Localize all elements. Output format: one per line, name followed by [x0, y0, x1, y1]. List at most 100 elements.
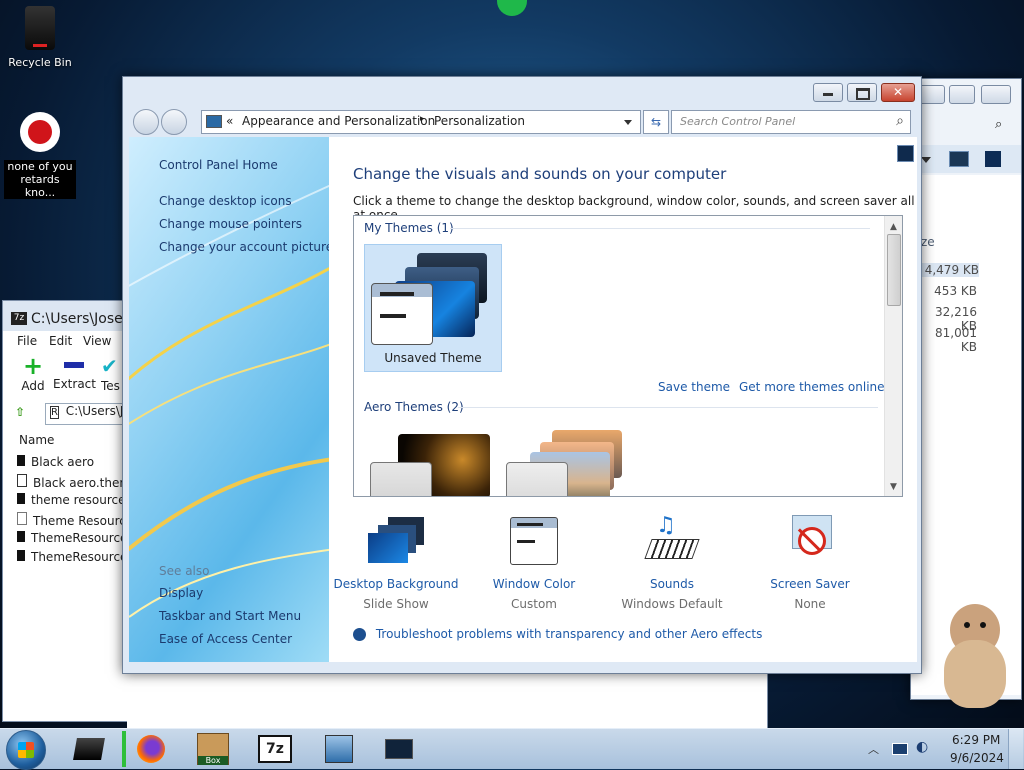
black-box-icon	[73, 738, 105, 760]
sevenzip-window[interactable]: 7z C:\Users\Josep File Edit View + Add E…	[2, 300, 138, 722]
start-button[interactable]	[6, 730, 46, 770]
chevron-down-icon[interactable]	[624, 120, 632, 125]
file-icon	[17, 550, 25, 561]
desktop-background-setting[interactable]: Desktop Background Slide Show	[331, 513, 461, 611]
desktop-file-label-bg: none of you retards kno...	[4, 160, 76, 199]
screen-saver-setting[interactable]: Screen Saver None	[745, 513, 875, 611]
chevron-down-icon[interactable]: ▼	[890, 482, 897, 492]
clock-time[interactable]: 6:29 PM	[952, 733, 1000, 747]
list-item[interactable]: ThemeResourceC	[17, 531, 136, 545]
troubleshoot-link[interactable]: Troubleshoot problems with transparency …	[353, 627, 762, 641]
menu-edit[interactable]: Edit	[49, 334, 72, 348]
desktop-background-title: Desktop Background	[333, 577, 459, 591]
recycle-bin-label: Recycle Bin	[8, 56, 72, 69]
column-name[interactable]: Name	[19, 433, 54, 447]
file-icon	[17, 455, 25, 466]
extract-button[interactable]: Extract	[53, 353, 96, 391]
show-hidden-icons[interactable]: ︿	[868, 741, 879, 757]
desktop-file-icon[interactable]: none of you retards kno...	[0, 112, 80, 199]
file-icon	[17, 493, 25, 504]
file-icon	[17, 474, 27, 487]
wallpaper-glow	[497, 0, 527, 16]
list-item[interactable]: theme resource c	[17, 493, 136, 507]
save-theme-link[interactable]: Save theme	[658, 380, 730, 394]
address-bar[interactable]: « Appearance and Personalization ▸ Perso…	[201, 110, 641, 134]
taskbar-control-panel[interactable]	[316, 731, 362, 767]
chevron-up-icon[interactable]: ▲	[890, 222, 897, 232]
list-item[interactable]: ThemeResourceC	[17, 550, 136, 564]
window-color-value: Custom	[511, 597, 557, 611]
clock-date[interactable]: 9/6/2024	[950, 751, 1004, 765]
taskbar-7zip[interactable]: 7z	[252, 731, 298, 767]
list-item[interactable]: Theme Resource	[17, 512, 133, 528]
minimize-button[interactable]	[813, 83, 843, 102]
aero-theme-landscapes[interactable]	[500, 426, 636, 496]
breadcrumb-appearance[interactable]: Appearance and Personalization	[242, 114, 435, 128]
link-ease-of-access[interactable]: Ease of Access Center	[159, 632, 292, 646]
up-folder-icon[interactable]: ⇧	[15, 405, 25, 419]
desktop-background-icon	[366, 513, 426, 565]
back-button[interactable]	[133, 109, 159, 135]
window-color-setting[interactable]: Window Color Custom	[469, 513, 599, 611]
search-icon[interactable]: ⌕	[995, 117, 1002, 132]
taskbar-firefox[interactable]	[128, 731, 174, 767]
themes-scrollbar[interactable]: ▲ ▼	[884, 216, 902, 496]
link-control-panel-home[interactable]: Control Panel Home	[159, 158, 278, 172]
forward-button[interactable]	[161, 109, 187, 135]
taskbar-box-app[interactable]: Box	[190, 731, 236, 767]
control-panel-window[interactable]: ✕ « Appearance and Personalization ▸ Per…	[122, 76, 922, 674]
minimize-button[interactable]	[919, 85, 945, 104]
breadcrumb-personalization[interactable]: Personalization	[434, 114, 525, 128]
unsaved-theme-label: Unsaved Theme	[384, 351, 482, 365]
unsaved-theme-tile[interactable]: Unsaved Theme	[364, 244, 502, 372]
sevenzip-icon: 7z	[258, 735, 292, 763]
path-field[interactable]: R C:\Users\Jo	[45, 403, 129, 425]
close-icon: ✕	[892, 85, 904, 99]
link-display[interactable]: Display	[159, 586, 203, 600]
taskbar-explorer[interactable]	[376, 731, 422, 767]
window-color-icon	[510, 517, 558, 565]
recycle-bin-graphic	[25, 6, 55, 50]
refresh-button[interactable]: ⇆	[643, 110, 669, 134]
file-icon	[17, 531, 25, 542]
add-button[interactable]: + Add	[13, 353, 53, 393]
page-title: Change the visuals and sounds on your co…	[353, 165, 727, 183]
column-size[interactable]: ze	[921, 235, 935, 249]
taskbar-recycle-bin[interactable]	[66, 731, 112, 767]
sevenzip-app-icon: 7z	[11, 312, 27, 325]
recycle-bin-icon[interactable]: Recycle Bin	[0, 6, 80, 69]
menu-file[interactable]: File	[17, 334, 37, 348]
link-change-mouse-pointers[interactable]: Change mouse pointers	[159, 217, 302, 231]
scrollbar-thumb[interactable]	[887, 234, 901, 306]
plus-icon: +	[22, 352, 44, 380]
list-item[interactable]: Black aero.theme	[17, 474, 138, 490]
volume-icon[interactable]: ◐	[916, 739, 928, 755]
maximize-button[interactable]	[847, 83, 877, 102]
aero-theme-dark[interactable]	[364, 426, 500, 496]
link-taskbar-start-menu[interactable]: Taskbar and Start Menu	[159, 609, 301, 623]
divider	[450, 228, 870, 229]
get-more-themes-link[interactable]: Get more themes online	[739, 380, 885, 394]
hamster-sticker	[944, 604, 1006, 708]
link-change-desktop-icons[interactable]: Change desktop icons	[159, 194, 292, 208]
menu-view[interactable]: View	[83, 334, 111, 348]
network-icon[interactable]	[892, 743, 908, 755]
help-icon[interactable]	[985, 151, 1001, 167]
list-item[interactable]: Black aero	[17, 455, 94, 469]
maximize-button[interactable]	[949, 85, 975, 104]
sounds-setting[interactable]: ♫ Sounds Windows Default	[607, 513, 737, 611]
sounds-icon: ♫	[644, 513, 700, 565]
show-desktop-button[interactable]	[1008, 729, 1023, 769]
themes-list[interactable]: My Themes (1) Unsaved Theme Save theme G…	[353, 215, 903, 497]
close-button[interactable]	[981, 85, 1011, 104]
help-icon[interactable]	[897, 145, 914, 162]
chevron-down-icon[interactable]	[921, 157, 931, 163]
troubleshoot-icon	[353, 628, 366, 641]
view-icon[interactable]	[949, 151, 969, 167]
breadcrumb-separator[interactable]: ▸	[420, 114, 425, 124]
close-button[interactable]: ✕	[881, 83, 915, 102]
breadcrumb-chevrons[interactable]: «	[226, 114, 233, 128]
divider	[458, 407, 878, 408]
link-change-account-picture[interactable]: Change your account picture	[159, 240, 329, 254]
search-input[interactable]: Search Control Panel ⌕	[671, 110, 911, 134]
